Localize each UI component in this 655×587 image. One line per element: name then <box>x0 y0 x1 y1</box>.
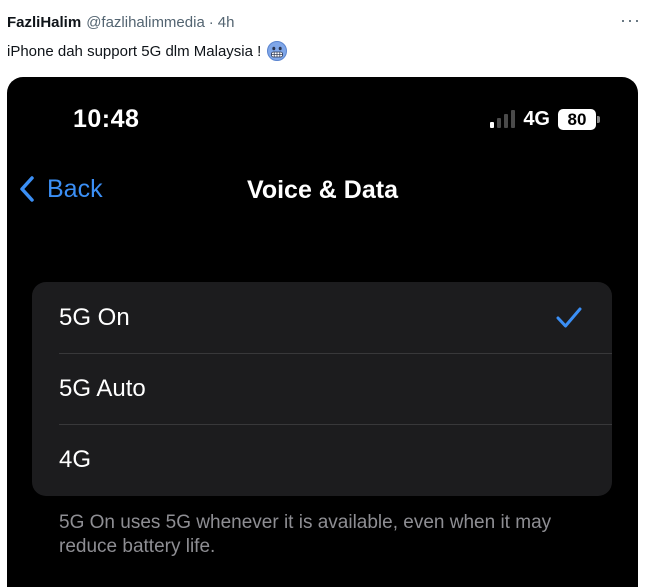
network-type-label: 4G <box>523 107 550 130</box>
tweet-body: iPhone dah support 5G dlm Malaysia ! <box>7 41 288 61</box>
network-options-list: 5G On 5G Auto 4G <box>32 282 612 496</box>
tweet-timestamp[interactable]: 4h <box>218 14 235 31</box>
tweet-header: FazliHalim @fazlihalimmedia · 4h ··· <box>7 11 641 32</box>
author-handle[interactable]: @fazlihalimmedia <box>86 14 205 31</box>
nav-title: Voice & Data <box>247 176 398 204</box>
option-5g-auto[interactable]: 5G Auto <box>32 353 612 424</box>
cellular-signal-icon <box>490 110 516 128</box>
more-options-icon[interactable]: ··· <box>620 11 641 29</box>
grimacing-face-icon <box>267 41 288 61</box>
battery-level: 80 <box>558 108 596 130</box>
tweet-text: iPhone dah support 5G dlm Malaysia ! <box>7 42 262 60</box>
checkmark-icon <box>556 307 582 327</box>
author-name[interactable]: FazliHalim <box>7 14 81 31</box>
status-bar-indicators: 4G 80 <box>490 107 600 131</box>
option-label: 4G <box>59 445 92 473</box>
status-bar-time: 10:48 <box>73 105 140 133</box>
option-label: 5G Auto <box>59 374 146 402</box>
option-4g[interactable]: 4G <box>32 424 612 495</box>
option-5g-on[interactable]: 5G On <box>32 282 612 353</box>
option-label: 5G On <box>59 303 130 331</box>
battery-icon: 80 <box>558 108 600 130</box>
tweet-media-screenshot[interactable]: 10:48 4G 80 Back Voice & Data 5G On 5G A… <box>7 77 638 587</box>
footer-note: 5G On uses 5G whenever it is available, … <box>59 512 552 557</box>
separator-dot: · <box>208 13 214 31</box>
